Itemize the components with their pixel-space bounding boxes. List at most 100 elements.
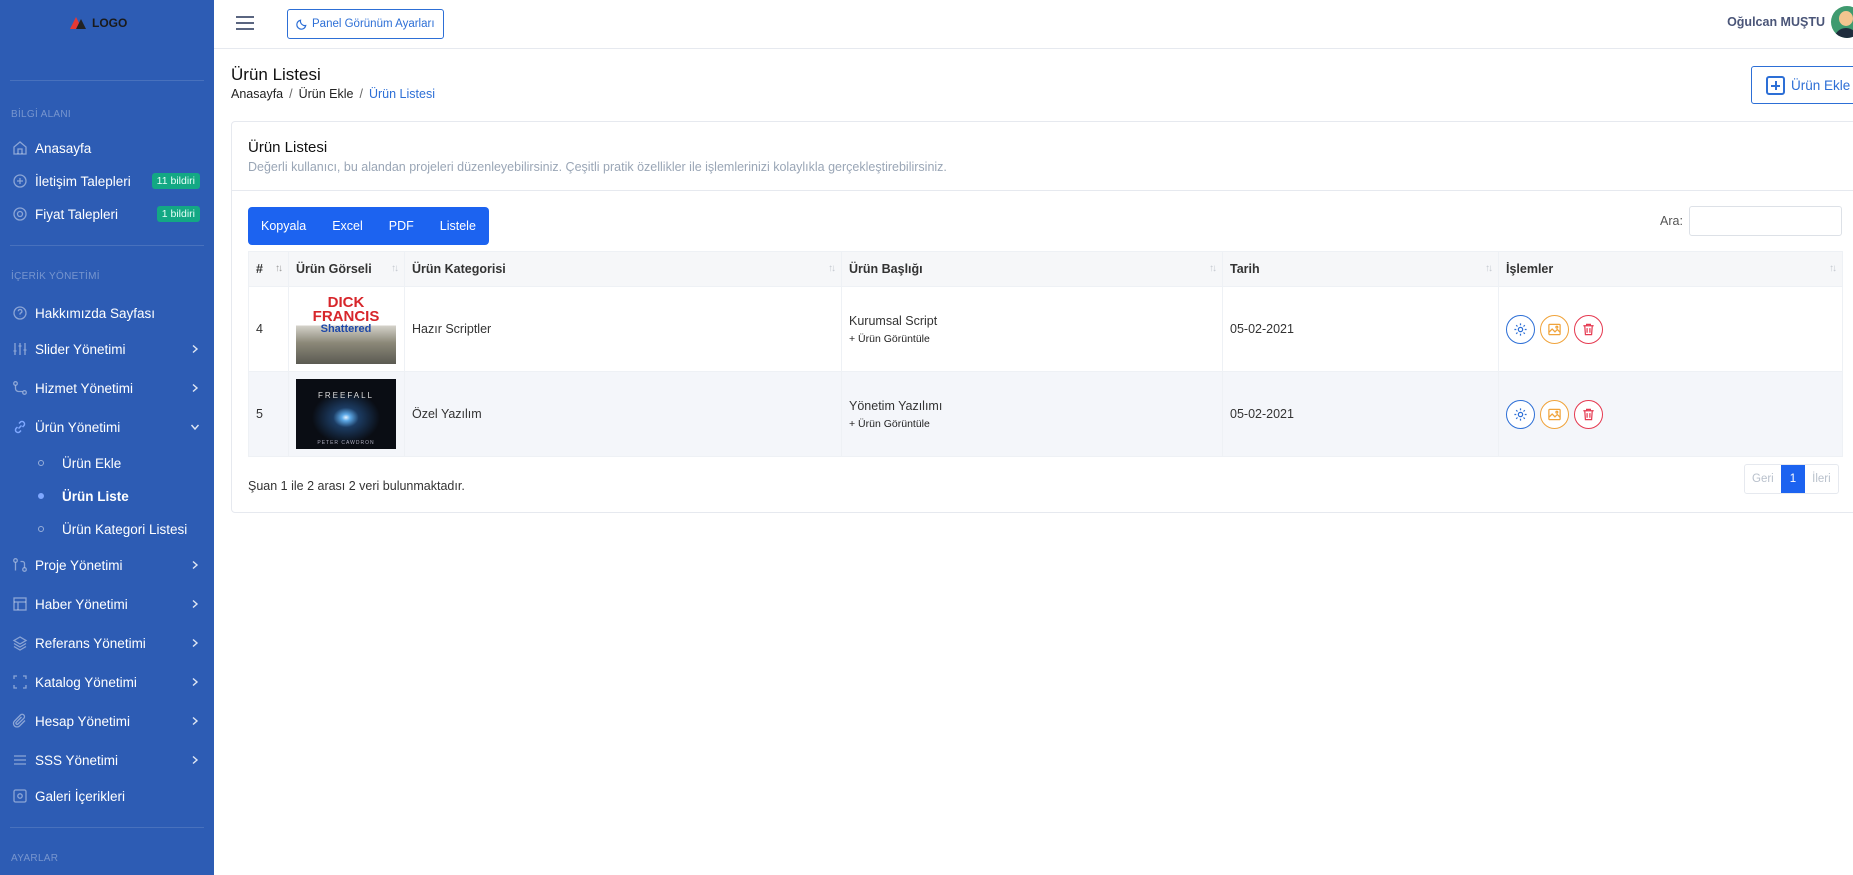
image-icon: [1548, 408, 1561, 420]
sidebar-item-home[interactable]: Anasayfa: [11, 137, 200, 159]
sort-icon: ↑↓: [828, 263, 836, 274]
sidebar-item-accounts[interactable]: Hesap Yönetimi: [11, 710, 200, 732]
chevron-right-icon: [192, 677, 199, 687]
chevron-right-icon: [192, 638, 199, 648]
product-image[interactable]: DICK FRANCIS Shattered: [296, 294, 396, 364]
cell-actions: [1498, 371, 1843, 457]
settings-button[interactable]: [1506, 399, 1535, 429]
sidebar-item-label: Fiyat Talepleri: [35, 206, 119, 222]
cell-image: FREEFALL PETER CAWDRON: [288, 371, 405, 457]
delete-button[interactable]: [1574, 399, 1603, 429]
column-header-actions[interactable]: İşlemler ↑↓: [1498, 251, 1843, 287]
breadcrumb-product-add[interactable]: Ürün Ekle: [299, 87, 354, 101]
column-list-button[interactable]: Listele: [427, 207, 489, 245]
user-menu[interactable]: Oğulcan MUŞTU: [1727, 6, 1853, 38]
search-input[interactable]: [1688, 206, 1842, 236]
sort-icon: ↑↓: [1829, 263, 1837, 274]
sidebar-item-contact-requests[interactable]: İletişim Talepleri 11 bildiri: [11, 170, 200, 192]
cell-category: Hazır Scriptler: [404, 286, 842, 372]
image-button[interactable]: [1540, 314, 1569, 344]
settings-button[interactable]: [1506, 314, 1535, 344]
book-cover-subtitle: Shattered: [320, 323, 372, 335]
question-icon: [11, 305, 28, 322]
pagination-page-current[interactable]: 1: [1780, 465, 1806, 493]
logo[interactable]: LOGO: [70, 16, 127, 30]
sidebar-item-news[interactable]: Haber Yönetimi: [11, 593, 200, 615]
chevron-down-icon: [190, 424, 200, 431]
layout-icon: [11, 596, 28, 613]
sidebar-item-label: Proje Yönetimi: [35, 557, 123, 573]
product-list-card: Ürün Listesi Değerli kullanıcı, bu aland…: [231, 121, 1853, 513]
sidebar-item-gallery[interactable]: Galeri İçerikleri: [11, 785, 200, 807]
cell-id: 4: [248, 286, 289, 372]
view-product-link[interactable]: + Ürün Görüntüle: [849, 418, 1215, 430]
copy-button[interactable]: Kopyala: [248, 207, 319, 245]
image-button[interactable]: [1540, 399, 1569, 429]
chevron-right-icon: [192, 560, 199, 570]
sidebar-item-label: İletişim Talepleri: [35, 173, 131, 189]
sidebar-item-label: Anasayfa: [35, 140, 92, 156]
sidebar-item-services[interactable]: Hizmet Yönetimi: [11, 377, 200, 399]
breadcrumb-home[interactable]: Anasayfa: [231, 87, 283, 101]
menu-toggle-icon[interactable]: [236, 16, 254, 30]
sort-icon: ↑↓: [1485, 263, 1493, 274]
chevron-right-icon: [192, 599, 199, 609]
column-header-id[interactable]: # ↑↓: [248, 251, 289, 287]
cell-category: Özel Yazılım: [404, 371, 842, 457]
column-header-title[interactable]: Ürün Başlığı ↑↓: [841, 251, 1223, 287]
view-product-link[interactable]: + Ürün Görüntüle: [849, 333, 1215, 345]
home-icon: [11, 140, 28, 157]
sidebar-item-faq[interactable]: SSS Yönetimi: [11, 749, 200, 771]
pagination-next[interactable]: İleri: [1805, 465, 1838, 493]
card-title: Ürün Listesi: [248, 139, 328, 156]
product-image[interactable]: FREEFALL PETER CAWDRON: [296, 379, 396, 449]
sidebar-item-slider[interactable]: Slider Yönetimi: [11, 338, 200, 360]
sidebar-subitem-product-add[interactable]: Ürün Ekle: [38, 453, 121, 473]
cell-date: 05-02-2021: [1222, 371, 1499, 457]
pagination: Geri 1 İleri: [1744, 464, 1839, 494]
column-header-date[interactable]: Tarih ↑↓: [1222, 251, 1499, 287]
sidebar-item-label: Slider Yönetimi: [35, 341, 126, 357]
gear-icon: [1514, 322, 1527, 336]
sidebar-section-settings: AYARLAR: [11, 853, 59, 864]
card-description: Değerli kullanıcı, bu alandan projeleri …: [248, 160, 947, 174]
layers-icon: [11, 635, 28, 652]
chevron-right-icon: [192, 755, 199, 765]
sidebar-subitem-label: Ürün Kategori Listesi: [62, 521, 188, 537]
user-name: Oğulcan MUŞTU: [1727, 15, 1825, 29]
trash-icon: [1583, 323, 1594, 335]
logo-text: LOGO: [92, 16, 128, 30]
sidebar-item-references[interactable]: Referans Yönetimi: [11, 632, 200, 654]
cell-actions: [1498, 286, 1843, 372]
bullet-icon: [38, 460, 44, 466]
column-header-category[interactable]: Ürün Kategorisi ↑↓: [404, 251, 842, 287]
breadcrumb: Anasayfa / Ürün Ekle / Ürün Listesi: [231, 87, 435, 101]
sidebar-item-about[interactable]: Hakkımızda Sayfası: [11, 302, 200, 324]
panel-theme-settings-button[interactable]: Panel Görünüm Ayarları: [287, 9, 444, 39]
sidebar-item-catalog[interactable]: Katalog Yönetimi: [11, 671, 200, 693]
excel-button[interactable]: Excel: [319, 207, 376, 245]
sidebar-subitem-category-list[interactable]: Ürün Kategori Listesi: [38, 519, 187, 539]
chevron-right-icon: [192, 383, 199, 393]
message-icon: [11, 173, 28, 190]
pdf-button[interactable]: PDF: [376, 207, 427, 245]
pagination-prev[interactable]: Geri: [1745, 465, 1781, 493]
column-header-image[interactable]: Ürün Görseli ↑↓: [288, 251, 405, 287]
sidebar-item-products[interactable]: Ürün Yönetimi: [11, 416, 200, 438]
product-table: # ↑↓ Ürün Görseli ↑↓ Ürün Kategorisi ↑↓ Ürü…: [248, 251, 1843, 457]
image-icon: [1548, 323, 1561, 335]
sidebar-item-label: SSS Yönetimi: [35, 752, 119, 768]
sidebar-subitem-product-list[interactable]: Ürün Liste: [38, 486, 129, 506]
cell-title: Yönetim Yazılımı + Ürün Görüntüle: [841, 371, 1223, 457]
sidebar-subitem-label: Ürün Liste: [62, 488, 129, 504]
sidebar-item-projects[interactable]: Proje Yönetimi: [11, 554, 200, 576]
plus-square-icon: [1766, 75, 1785, 95]
add-product-button[interactable]: Ürün Ekle: [1751, 66, 1853, 104]
sort-icon: ↑↓: [391, 263, 399, 274]
sidebar-divider: [10, 827, 204, 828]
topbar: Panel Görünüm Ayarları Oğulcan MUŞTU: [214, 0, 1853, 49]
delete-button[interactable]: [1574, 314, 1603, 344]
sidebar-item-label: Katalog Yönetimi: [35, 674, 137, 690]
breadcrumb-separator: /: [359, 87, 363, 101]
sidebar-item-price-requests[interactable]: Fiyat Talepleri 1 bildiri: [11, 203, 200, 225]
